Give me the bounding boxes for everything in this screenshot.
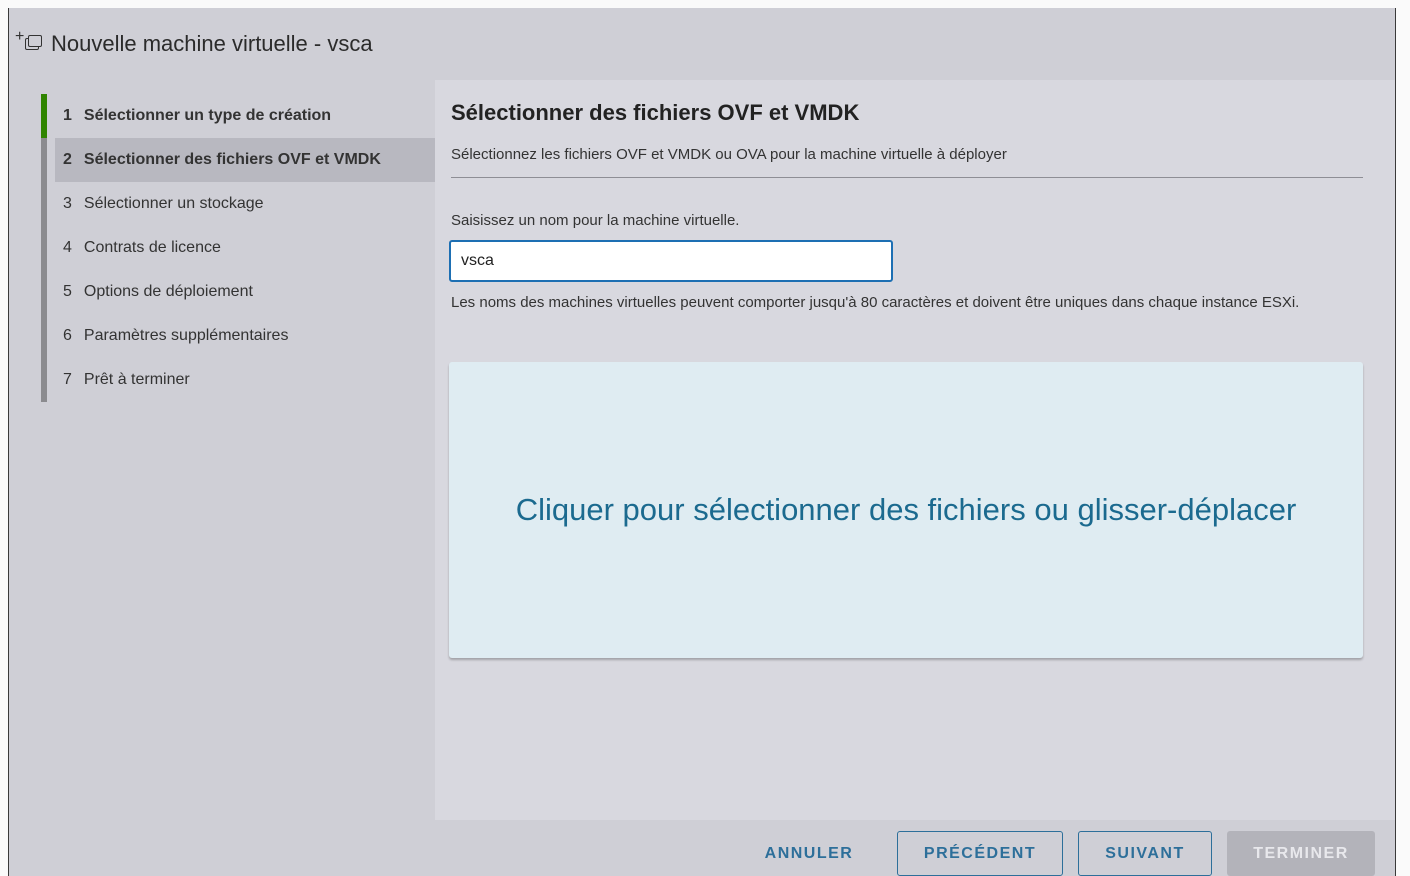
step-label: Contrats de licence (83, 239, 221, 256)
step-number: 1 (63, 107, 72, 124)
step-1[interactable]: 1 Sélectionner un type de création (41, 94, 435, 138)
step-indicator (41, 94, 47, 138)
page-subtitle: Sélectionnez les fichiers OVF et VMDK ou… (451, 146, 1007, 163)
step-number: 6 (63, 327, 72, 344)
wizard-footer: ANNULER PRÉCÉDENT SUIVANT TERMINER (9, 820, 1395, 876)
vm-name-input[interactable] (449, 240, 893, 282)
next-button[interactable]: SUIVANT (1078, 831, 1212, 876)
vm-name-label: Saisissez un nom pour la machine virtuel… (451, 212, 740, 229)
step-label: Sélectionner un stockage (83, 195, 264, 212)
page-title: Sélectionner des fichiers OVF et VMDK (451, 100, 860, 125)
previous-button[interactable]: PRÉCÉDENT (897, 831, 1063, 876)
step-indicator (41, 314, 47, 358)
finish-button[interactable]: TERMINER (1227, 831, 1375, 876)
step-label: Sélectionner des fichiers OVF et VMDK (83, 151, 381, 168)
step-indicator (41, 182, 47, 226)
step-indicator (41, 358, 47, 402)
step-label: Prêt à terminer (83, 371, 190, 388)
dialog-title: Nouvelle machine virtuelle - vsca (51, 31, 373, 56)
wizard-steps-sidebar: 1 Sélectionner un type de création 2 Sél… (9, 80, 435, 820)
steps-list: 1 Sélectionner un type de création 2 Sél… (41, 94, 435, 402)
step-indicator (41, 270, 47, 314)
step-5[interactable]: 5 Options de déploiement (41, 270, 435, 314)
wizard-content: Sélectionner des fichiers OVF et VMDK Sé… (435, 80, 1395, 820)
step-indicator (41, 138, 47, 182)
step-number: 4 (63, 239, 72, 256)
new-vm-icon: + (15, 28, 43, 58)
divider (451, 177, 1363, 178)
wizard-dialog: + Nouvelle machine virtuelle - vsca 1 Sé… (8, 8, 1396, 876)
step-number: 5 (63, 283, 72, 300)
step-label: Sélectionner un type de création (83, 107, 332, 124)
step-label: Options de déploiement (83, 283, 253, 300)
vm-name-help-text: Les noms des machines virtuelles peuvent… (451, 294, 1300, 311)
dropzone-label: Cliquer pour sélectionner des fichiers o… (515, 492, 1297, 527)
step-number: 3 (63, 195, 72, 212)
step-3[interactable]: 3 Sélectionner un stockage (41, 182, 435, 226)
step-label: Paramètres supplémentaires (83, 327, 289, 344)
file-dropzone[interactable]: Cliquer pour sélectionner des fichiers o… (449, 362, 1363, 658)
step-7[interactable]: 7 Prêt à terminer (41, 358, 435, 402)
dialog-titlebar: + Nouvelle machine virtuelle - vsca (9, 8, 1395, 80)
step-indicator (41, 226, 47, 270)
step-number: 2 (63, 151, 72, 168)
step-4[interactable]: 4 Contrats de licence (41, 226, 435, 270)
step-number: 7 (63, 371, 72, 388)
step-2[interactable]: 2 Sélectionner des fichiers OVF et VMDK (41, 138, 435, 182)
cancel-button[interactable]: ANNULER (739, 831, 879, 876)
step-6[interactable]: 6 Paramètres supplémentaires (41, 314, 435, 358)
